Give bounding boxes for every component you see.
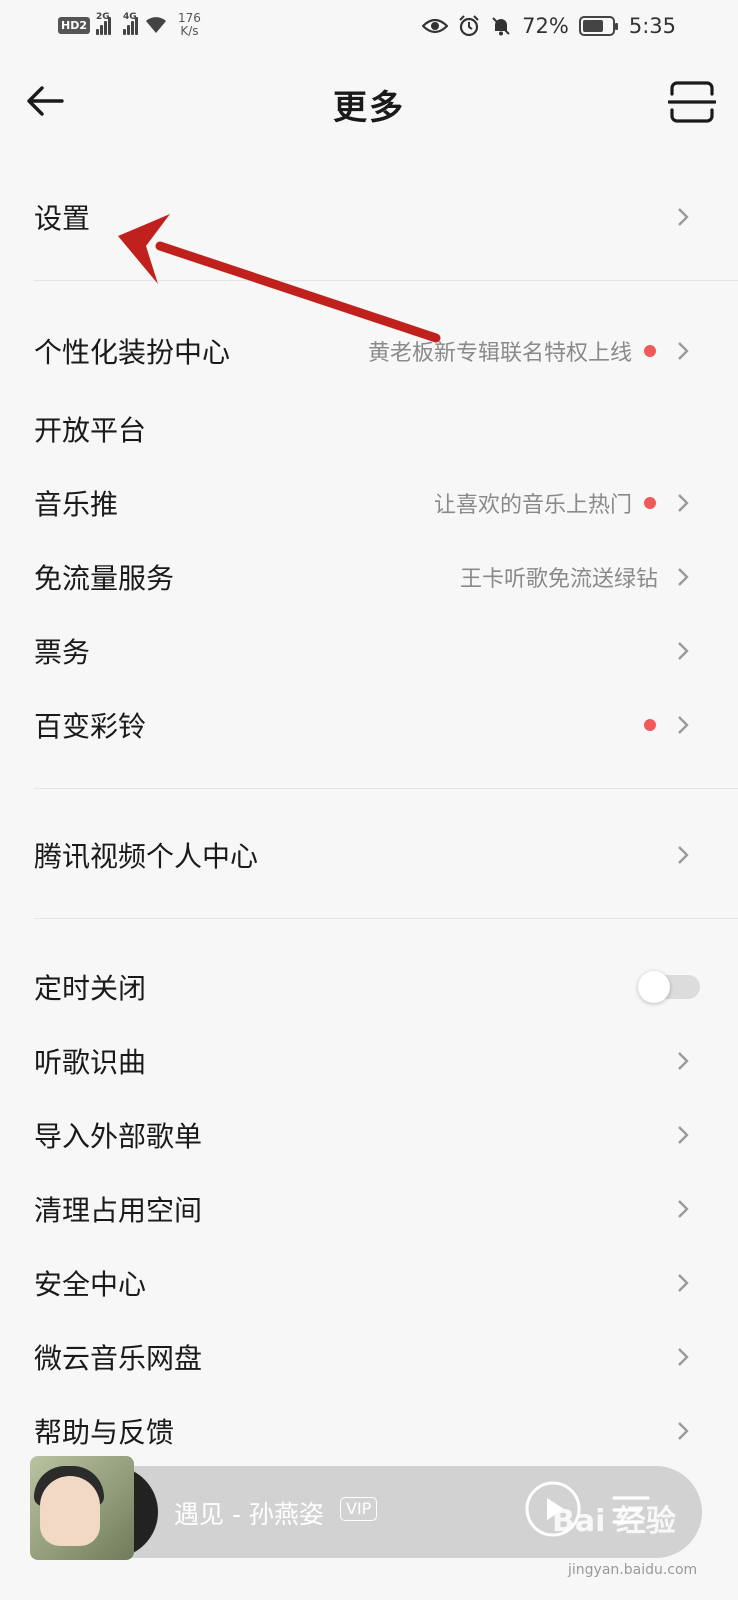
- alarm-icon: [459, 15, 479, 37]
- divider: [34, 918, 738, 919]
- menu-item-song-recognition[interactable]: 听歌识曲: [0, 1026, 738, 1096]
- menu-label: 设置: [34, 202, 91, 235]
- menu-item-tencent-video[interactable]: 腾讯视频个人中心: [0, 820, 738, 890]
- menu-label: 腾讯视频个人中心: [34, 840, 259, 873]
- menu-item-music-push[interactable]: 音乐推 让喜欢的音乐上热门: [0, 468, 738, 538]
- chevron-right-icon: [678, 1126, 689, 1144]
- battery-fill: [582, 20, 603, 32]
- menu-label: 导入外部歌单: [34, 1120, 203, 1153]
- menu-label: 免流量服务: [34, 562, 175, 595]
- red-dot-badge: [644, 497, 656, 509]
- chevron-right-icon: [678, 568, 689, 586]
- chevron-right-icon: [678, 1422, 689, 1440]
- menu-item-free-data[interactable]: 免流量服务 王卡听歌免流送绿钻: [0, 542, 738, 612]
- menu-sublabel: 王卡听歌免流送绿钻: [459, 567, 658, 592]
- menu-item-clean-space[interactable]: 清理占用空间: [0, 1174, 738, 1244]
- chevron-right-icon: [678, 1052, 689, 1070]
- chevron-right-icon: [678, 342, 689, 360]
- menu-item-theme-center[interactable]: 个性化装扮中心 黄老板新专辑联名特权上线: [0, 316, 738, 386]
- signal-4g-icon: 4G: [123, 12, 138, 35]
- chevron-right-icon: [678, 208, 689, 226]
- signal-2g-icon: 2G: [96, 12, 111, 35]
- page-title: 更多: [333, 88, 405, 128]
- watermark-logo: Bai 经验: [552, 1504, 676, 1539]
- watermark-url: jingyan.baidu.com: [568, 1562, 698, 1578]
- red-dot-badge: [644, 719, 656, 731]
- menu-item-security-center[interactable]: 安全中心: [0, 1248, 738, 1318]
- menu-label: 清理占用空间: [34, 1194, 203, 1227]
- menu-item-ringtone[interactable]: 百变彩铃: [0, 690, 738, 760]
- menu-label: 个性化装扮中心: [34, 336, 231, 369]
- now-playing-title: 遇见 - 孙燕姿: [174, 1500, 324, 1529]
- menu-label: 安全中心: [34, 1268, 147, 1301]
- menu-item-tickets[interactable]: 票务: [0, 616, 738, 686]
- mute-bell-icon: [492, 17, 510, 36]
- status-right: 72% 5:35: [422, 14, 676, 38]
- menu-label: 定时关闭: [34, 972, 147, 1005]
- chevron-right-icon: [678, 846, 689, 864]
- menu-item-open-platform[interactable]: 开放平台: [0, 394, 738, 464]
- divider: [34, 788, 738, 789]
- toggle-knob: [638, 971, 670, 1003]
- eye-icon: [422, 18, 449, 34]
- chevron-right-icon: [678, 642, 689, 660]
- chevron-right-icon: [678, 1274, 689, 1292]
- red-dot-badge: [644, 345, 656, 357]
- wifi-icon: [146, 17, 166, 33]
- menu-item-timer-off: 定时关闭: [0, 952, 738, 1022]
- status-left: HD2 2G 4G 176 K/s: [58, 12, 201, 38]
- chevron-right-icon: [678, 716, 689, 734]
- menu-label: 音乐推: [34, 488, 119, 521]
- menu-sublabel: 让喜欢的音乐上热门: [433, 493, 632, 518]
- menu-label: 听歌识曲: [34, 1046, 147, 1079]
- menu-label: 微云音乐网盘: [34, 1342, 203, 1375]
- timer-off-toggle[interactable]: [638, 971, 700, 1003]
- network-speed: 176 K/s: [178, 11, 201, 38]
- menu-item-weiyun-disk[interactable]: 微云音乐网盘: [0, 1322, 738, 1392]
- status-bar: HD2 2G 4G 176 K/s 72% 5:35: [0, 0, 738, 56]
- clock: 5:35: [628, 14, 676, 38]
- album-cover[interactable]: [30, 1456, 134, 1560]
- menu-item-settings[interactable]: 设置: [0, 182, 738, 252]
- scan-icon[interactable]: [668, 80, 716, 124]
- battery-percent: 72%: [522, 14, 569, 38]
- menu-label: 帮助与反馈: [34, 1416, 175, 1449]
- divider: [34, 280, 738, 281]
- chevron-right-icon: [678, 1348, 689, 1366]
- chevron-right-icon: [678, 1200, 689, 1218]
- hd-badge: HD2: [58, 16, 90, 34]
- top-bar: 更多: [0, 56, 738, 146]
- battery-icon: [578, 16, 618, 36]
- menu-label: 票务: [34, 636, 91, 669]
- menu-item-import-playlist[interactable]: 导入外部歌单: [0, 1100, 738, 1170]
- vip-badge: VIP: [340, 1497, 378, 1521]
- chevron-right-icon: [678, 494, 689, 512]
- menu-label: 开放平台: [34, 414, 147, 447]
- menu-sublabel: 黄老板新专辑联名特权上线: [367, 341, 632, 366]
- menu-label: 百变彩铃: [34, 710, 147, 743]
